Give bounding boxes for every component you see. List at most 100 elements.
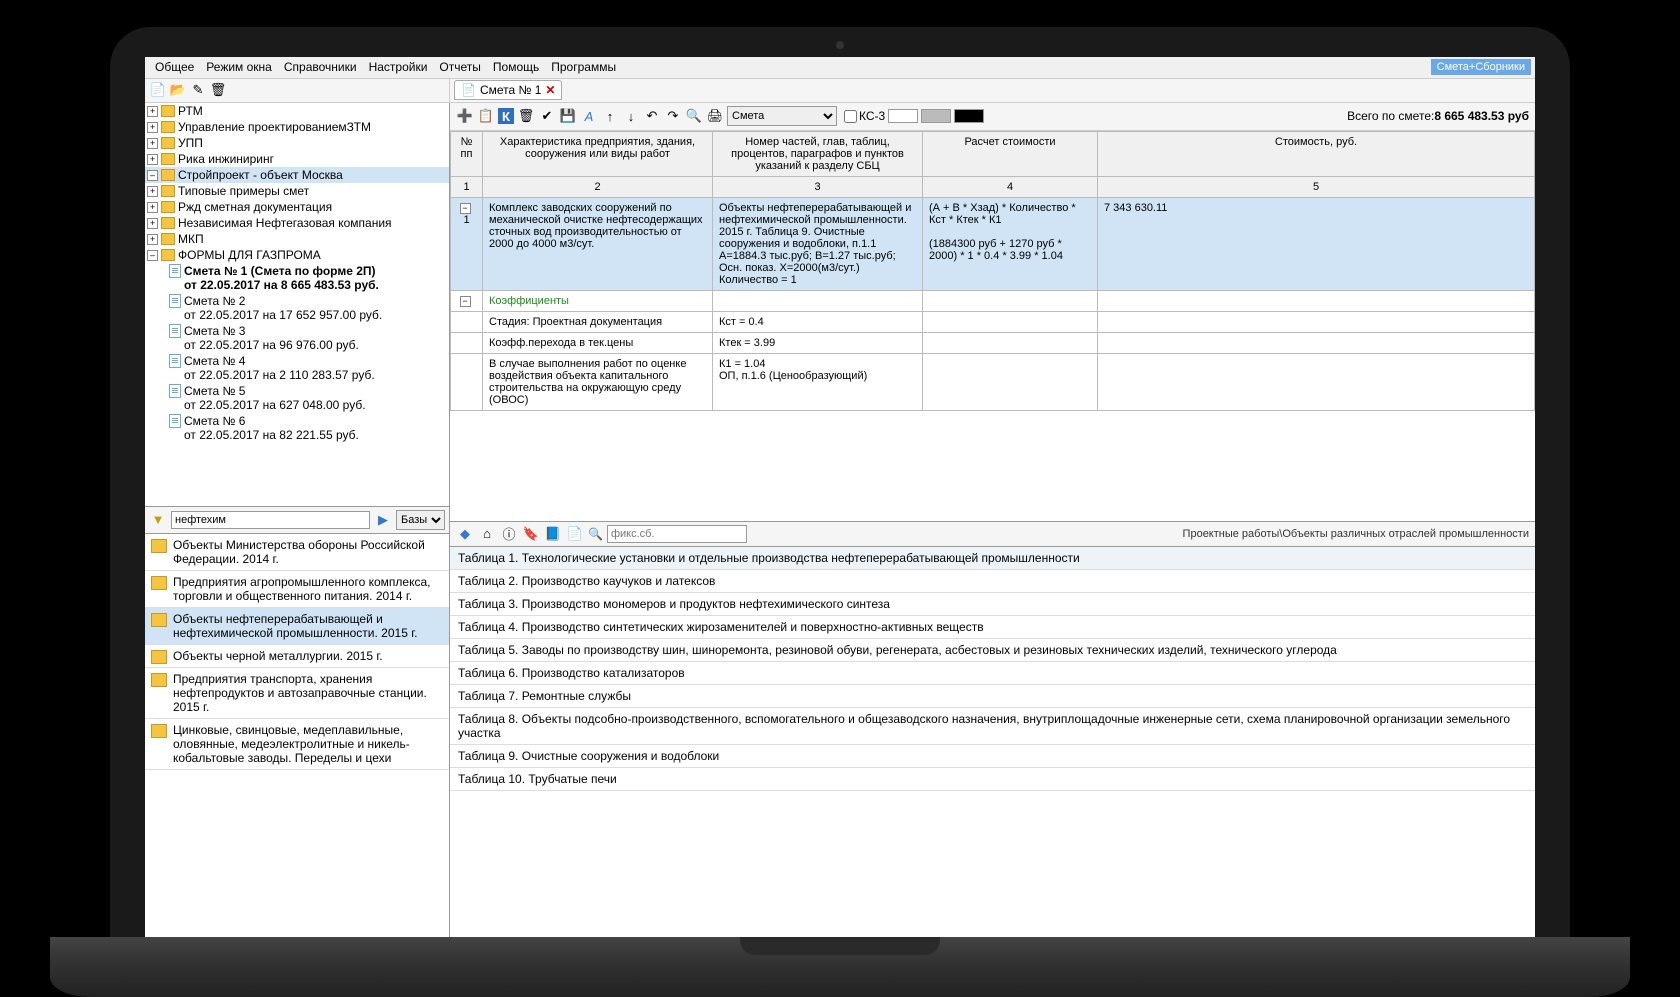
table-link[interactable]: Таблица 9. Очистные сооружения и водобло… — [450, 745, 1535, 768]
reference-item[interactable]: Предприятия транспорта, хранения нефтепр… — [145, 668, 449, 719]
tree-folder[interactable]: +УПП — [145, 135, 449, 151]
book-icon[interactable]: 📘 — [544, 525, 562, 543]
reference-list[interactable]: Объекты Министерства обороны Российской … — [145, 534, 449, 937]
document-icon — [169, 294, 181, 308]
play-icon[interactable]: ▶ — [374, 511, 392, 529]
project-tree[interactable]: +РТМ+Управление проектированиемЗТМ+УПП+Р… — [145, 103, 449, 507]
menu-reports[interactable]: Отчеты — [433, 58, 486, 76]
tree-folder[interactable]: +РТМ — [145, 103, 449, 119]
swatch-gray[interactable] — [921, 109, 951, 123]
table-link[interactable]: Таблица 1. Технологические установки и о… — [450, 547, 1535, 570]
tree-folder[interactable]: –ФОРМЫ ДЛЯ ГАЗПРОМА — [145, 247, 449, 263]
swatch-white[interactable] — [888, 109, 918, 123]
undo-icon[interactable]: ↶ — [643, 107, 661, 125]
expander-icon[interactable]: + — [147, 138, 158, 149]
menu-references[interactable]: Справочники — [278, 58, 363, 76]
tables-list[interactable]: Таблица 1. Технологические установки и о… — [450, 547, 1535, 937]
view-select[interactable]: Смета — [727, 106, 837, 126]
tab-smeta1[interactable]: 📄 Смета № 1 ✕ — [454, 80, 562, 100]
grid-row[interactable]: Стадия: Проектная документацияКст = 0.4 — [451, 311, 1535, 332]
edit-icon[interactable]: ✎ — [189, 81, 207, 99]
ks3-checkbox[interactable] — [844, 110, 857, 123]
tree-document[interactable]: Смета № 6от 22.05.2017 на 82 221.55 руб. — [167, 413, 449, 443]
table-link[interactable]: Таблица 10. Трубчатые печи — [450, 768, 1535, 791]
filter-scope-select[interactable]: Базы — [396, 510, 445, 530]
estimate-grid[interactable]: № пп Характеристика предприятия, здания,… — [450, 131, 1535, 522]
back-icon[interactable]: ◆ — [456, 525, 474, 543]
arrow-down-icon[interactable]: ↓ — [622, 107, 640, 125]
menu-help[interactable]: Помощь — [487, 58, 545, 76]
table-link[interactable]: Таблица 8. Объекты подсобно-производстве… — [450, 708, 1535, 745]
info-icon[interactable]: ⓘ — [500, 525, 518, 543]
reference-item[interactable]: Предприятия агропромышленного комплекса,… — [145, 571, 449, 608]
tree-document[interactable]: Смета № 3от 22.05.2017 на 96 976.00 руб. — [167, 323, 449, 353]
grid-row[interactable]: В случае выполнения работ по оценке возд… — [451, 353, 1535, 410]
expander-icon[interactable]: – — [147, 170, 158, 181]
menu-general[interactable]: Общее — [149, 58, 200, 76]
expander-icon[interactable]: + — [147, 106, 158, 117]
copy-icon[interactable]: 📋 — [477, 107, 495, 125]
reference-item[interactable]: Объекты черной металлургии. 2015 г. — [145, 645, 449, 668]
expander-icon[interactable]: + — [147, 122, 158, 133]
table-link[interactable]: Таблица 6. Производство катализаторов — [450, 662, 1535, 685]
menu-programs[interactable]: Программы — [545, 58, 622, 76]
menu-windowmode[interactable]: Режим окна — [200, 58, 278, 76]
table-link[interactable]: Таблица 4. Производство синтетических жи… — [450, 616, 1535, 639]
grid-row-coef[interactable]: − Коэффициенты — [451, 290, 1535, 311]
tree-folder[interactable]: –Стройпроект - объект Москва — [145, 167, 449, 183]
filter-input[interactable] — [171, 511, 370, 529]
tree-folder[interactable]: +Типовые примеры смет — [145, 183, 449, 199]
arrow-up-icon[interactable]: ↑ — [601, 107, 619, 125]
expander-icon[interactable]: – — [147, 250, 158, 261]
delete-icon[interactable]: 🗑 — [209, 81, 227, 99]
search-icon[interactable]: 🔍 — [685, 107, 703, 125]
check-icon[interactable]: ✔ — [538, 107, 556, 125]
grid-row[interactable]: Коэфф.перехода в тек.ценыКтек = 3.99 — [451, 332, 1535, 353]
swatch-black[interactable] — [954, 109, 984, 123]
table-link[interactable]: Таблица 5. Заводы по производству шин, ш… — [450, 639, 1535, 662]
filter-icon[interactable]: ▼ — [149, 511, 167, 529]
mode-indicator[interactable]: Смета+Сборники — [1431, 59, 1531, 75]
save-icon[interactable]: 💾 — [559, 107, 577, 125]
reference-item[interactable]: Объекты нефтеперерабатывающей и нефтехим… — [145, 608, 449, 645]
expander-icon[interactable]: + — [147, 154, 158, 165]
table-link[interactable]: Таблица 7. Ремонтные службы — [450, 685, 1535, 708]
reference-item[interactable]: Цинковые, свинцовые, медеплавильные, оло… — [145, 719, 449, 770]
expander-icon[interactable]: + — [147, 234, 158, 245]
trash-icon[interactable]: 🗑 — [517, 107, 535, 125]
minus-icon[interactable]: − — [460, 296, 471, 307]
tree-document[interactable]: Смета № 5от 22.05.2017 на 627 048.00 руб… — [167, 383, 449, 413]
close-icon[interactable]: ✕ — [545, 83, 555, 97]
tree-folder[interactable]: +Рика инжиниринг — [145, 151, 449, 167]
menu-settings[interactable]: Настройки — [363, 58, 434, 76]
tree-folder[interactable]: +Ржд сметная документация — [145, 199, 449, 215]
tree-folder[interactable]: +Управление проектированиемЗТМ — [145, 119, 449, 135]
expander-icon[interactable]: + — [147, 218, 158, 229]
expander-icon[interactable]: + — [147, 202, 158, 213]
document-icon — [169, 384, 181, 398]
minus-icon[interactable]: − — [460, 203, 471, 214]
expander-icon[interactable]: + — [147, 186, 158, 197]
open-icon[interactable]: 📂 — [169, 81, 187, 99]
table-link[interactable]: Таблица 3. Производство мономеров и прод… — [450, 593, 1535, 616]
add-icon[interactable]: ➕ — [456, 107, 474, 125]
tree-folder[interactable]: +Независимая Нефтегазовая компания — [145, 215, 449, 231]
page-icon[interactable]: 📄 — [566, 525, 584, 543]
tree-document[interactable]: Смета № 1 (Смета по форме 2П)от 22.05.20… — [167, 263, 449, 293]
font-icon[interactable]: A — [580, 107, 598, 125]
reference-item[interactable]: Объекты Министерства обороны Российской … — [145, 534, 449, 571]
bookmark-icon[interactable]: 🔖 — [522, 525, 540, 543]
grid-row-1[interactable]: −1 Комплекс заводских сооружений по меха… — [451, 197, 1535, 290]
redo-icon[interactable]: ↷ — [664, 107, 682, 125]
nav-search-input[interactable] — [607, 525, 747, 543]
tree-folder[interactable]: +МКП — [145, 231, 449, 247]
table-link[interactable]: Таблица 2. Производство каучуков и латек… — [450, 570, 1535, 593]
tree-document[interactable]: Смета № 2от 22.05.2017 на 17 652 957.00 … — [167, 293, 449, 323]
k-icon[interactable]: К — [498, 108, 514, 124]
new-icon[interactable]: 📄 — [149, 81, 167, 99]
col-3: Номер частей, глав, таблиц, процентов, п… — [713, 131, 923, 176]
tree-document[interactable]: Смета № 4от 22.05.2017 на 2 110 283.57 р… — [167, 353, 449, 383]
tab-title: Смета № 1 — [480, 83, 541, 97]
print-icon[interactable]: 🖨 — [706, 107, 724, 125]
home-icon[interactable]: ⌂ — [478, 525, 496, 543]
